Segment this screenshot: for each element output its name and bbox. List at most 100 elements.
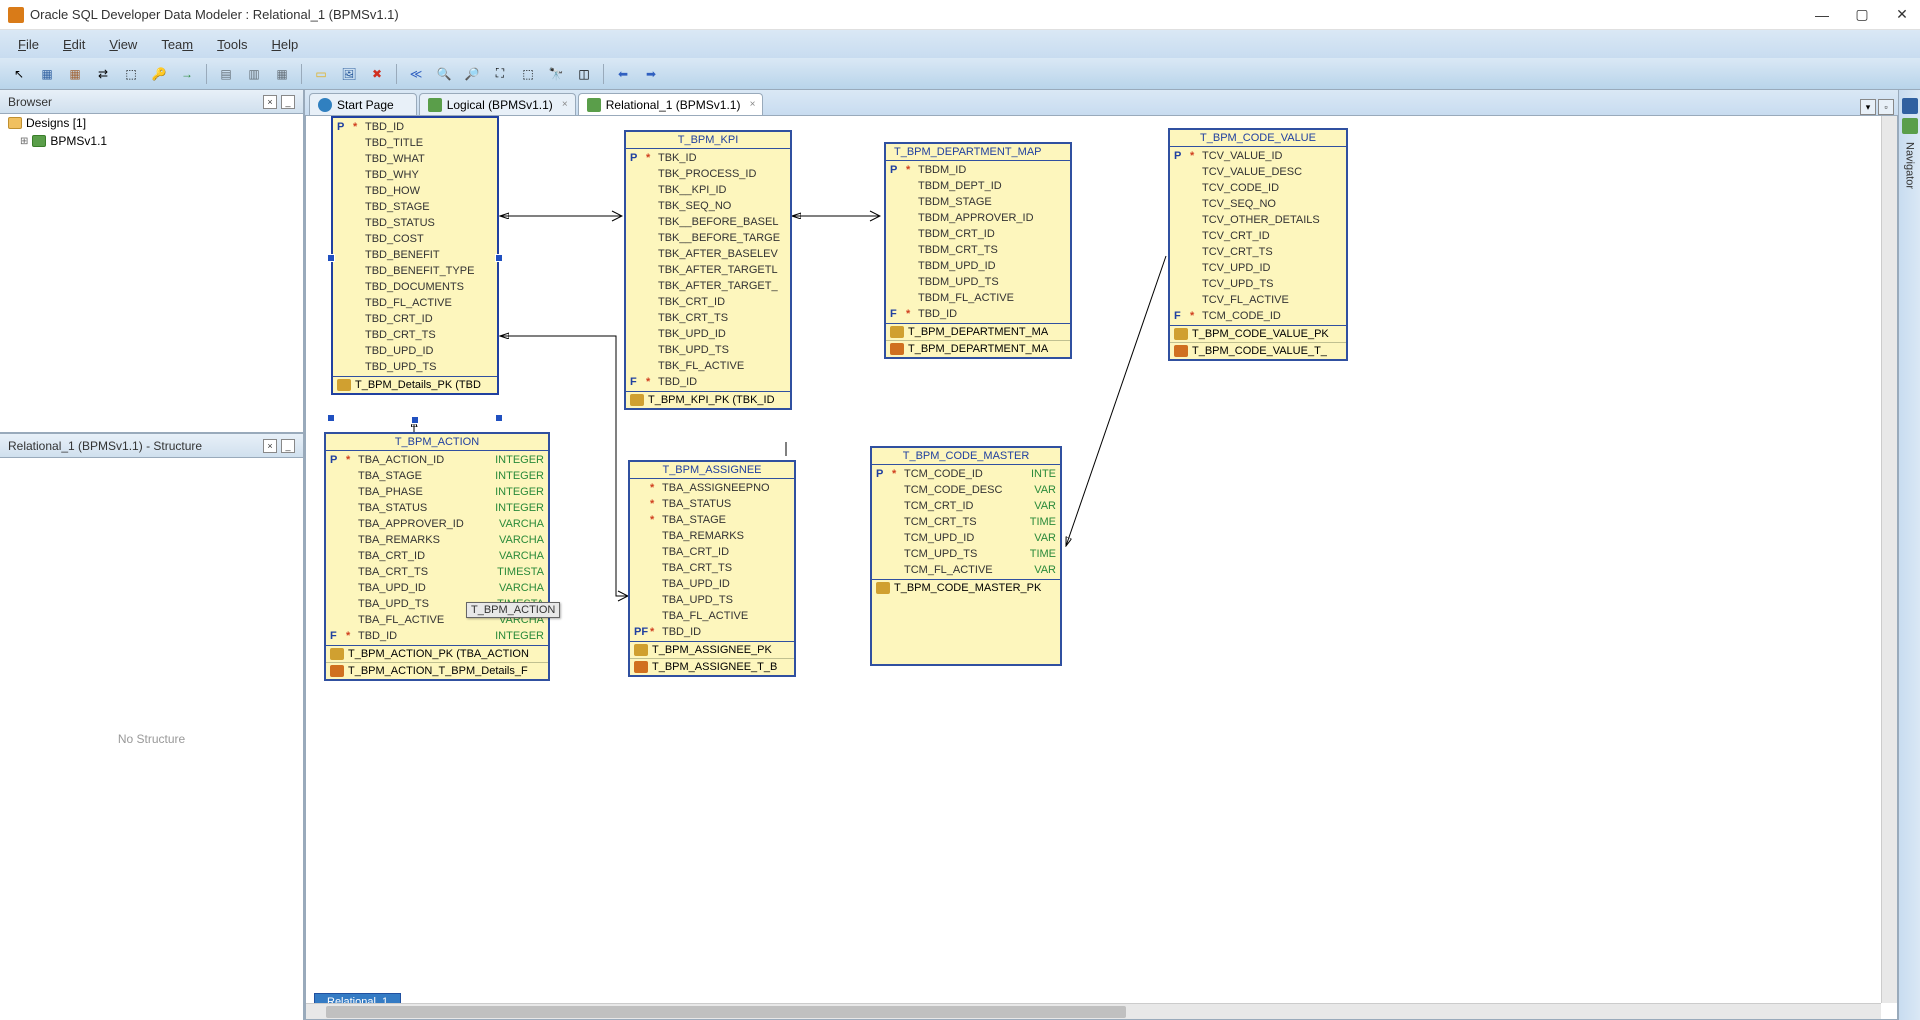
browser-minimize-icon[interactable]: _: [281, 95, 295, 109]
structure-close-icon[interactable]: ×: [263, 439, 277, 453]
menu-edit[interactable]: Edit: [53, 33, 95, 56]
tab-close-icon[interactable]: ×: [746, 98, 758, 110]
entity-column: TBA_CRT_TSTIMESTA: [326, 564, 548, 580]
tree-design-item[interactable]: ⊞ BPMSv1.1: [0, 132, 303, 150]
delete-tool[interactable]: ✖: [366, 63, 388, 85]
tooltip: T_BPM_ACTION: [466, 602, 560, 618]
pk-label: T_BPM_Details_PK (TBD: [355, 379, 481, 391]
tab-scroll-max[interactable]: ▫: [1878, 99, 1894, 115]
entity-column: TBK__BEFORE_BASEL: [626, 214, 790, 230]
entity-column: TCV_SEQ_NO: [1170, 196, 1346, 212]
back-tool[interactable]: ⬅: [612, 63, 634, 85]
horizontal-scrollbar[interactable]: [306, 1003, 1881, 1019]
browser-close-icon[interactable]: ×: [263, 95, 277, 109]
entity-column: TBA_UPD_ID: [630, 576, 794, 592]
entity-column: F*TCM_CODE_ID: [1170, 308, 1346, 324]
grid1-tool[interactable]: ▤: [215, 63, 237, 85]
entity-column: TBD_WHAT: [333, 151, 497, 167]
find-tool[interactable]: 🔭: [545, 63, 567, 85]
entity-t-bpm-assignee[interactable]: T_BPM_ASSIGNEE *TBA_ASSIGNEEPNO*TBA_STAT…: [628, 460, 796, 677]
entity-column: TCV_UPD_TS: [1170, 276, 1346, 292]
browser-tree[interactable]: Designs [1] ⊞ BPMSv1.1: [0, 114, 303, 434]
app-icon: [8, 7, 24, 23]
forward-tool[interactable]: ➡: [640, 63, 662, 85]
entity-column: TBA_STATUSINTEGER: [326, 500, 548, 516]
entity-t-bpm-kpi[interactable]: T_BPM_KPI P*TBK_IDTBK_PROCESS_IDTBK__KPI…: [624, 130, 792, 410]
pk-label: T_BPM_ASSIGNEE_PK: [652, 644, 772, 656]
entity-column: TBK_FL_ACTIVE: [626, 358, 790, 374]
layout-tool[interactable]: ⬚: [517, 63, 539, 85]
refresh-tool[interactable]: ◫: [573, 63, 595, 85]
entity-title: T_BPM_ACTION: [326, 434, 548, 451]
pk-label: T_BPM_CODE_MASTER_PK: [894, 582, 1041, 594]
structure-empty-label: No Structure: [118, 732, 185, 746]
fk-label: T_BPM_CODE_VALUE_T_: [1192, 345, 1327, 357]
diagram-canvas[interactable]: P*TBD_IDTBD_TITLETBD_WHATTBD_WHYTBD_HOWT…: [305, 116, 1898, 1020]
entity-t-bpm-code-master[interactable]: T_BPM_CODE_MASTER P*TCM_CODE_IDINTETCM_C…: [870, 446, 1062, 666]
view-tool[interactable]: ▦: [64, 63, 86, 85]
menu-help[interactable]: Help: [262, 33, 309, 56]
zoom-out[interactable]: 🔎: [461, 63, 483, 85]
entity-column: TCM_UPD_TSTIME: [872, 546, 1060, 562]
structure-header: Relational_1 (BPMSv1.1) - Structure × _: [0, 434, 303, 458]
menu-file[interactable]: File: [8, 33, 49, 56]
maximize-button[interactable]: ▢: [1852, 5, 1872, 25]
entity-t-bpm-action[interactable]: T_BPM_ACTION P*TBA_ACTION_IDINTEGERTBA_S…: [324, 432, 550, 681]
relation-tool[interactable]: ⇄: [92, 63, 114, 85]
entity-column: F*TBD_IDINTEGER: [326, 628, 548, 644]
entity-column: TBA_STAGEINTEGER: [326, 468, 548, 484]
entity-column: TBA_APPROVER_IDVARCHA: [326, 516, 548, 532]
pk-icon: [890, 326, 904, 338]
entity-column: P*TBK_ID: [626, 150, 790, 166]
note-tool[interactable]: ▭: [310, 63, 332, 85]
folder-icon: [8, 117, 22, 129]
expand-icon[interactable]: ⊞: [20, 136, 28, 147]
entity-t-bpm-department-map[interactable]: T_BPM_DEPARTMENT_MAP P*TBDM_IDTBDM_DEPT_…: [884, 142, 1072, 359]
database-icon: [32, 135, 46, 147]
entity-column: TBK_SEQ_NO: [626, 198, 790, 214]
grid2-tool[interactable]: ▥: [243, 63, 265, 85]
entity-column: TCV_VALUE_DESC: [1170, 164, 1346, 180]
menu-tools[interactable]: Tools: [207, 33, 257, 56]
entity-t-bpm-details[interactable]: P*TBD_IDTBD_TITLETBD_WHATTBD_WHYTBD_HOWT…: [331, 116, 499, 395]
menu-team[interactable]: Team: [151, 33, 203, 56]
entity-column: TBK__BEFORE_TARGE: [626, 230, 790, 246]
tab-relational[interactable]: Relational_1 (BPMSv1.1) ×: [578, 93, 764, 115]
vertical-scrollbar[interactable]: [1881, 116, 1897, 1003]
table-tool[interactable]: ▦: [36, 63, 58, 85]
arrow-tool[interactable]: →: [176, 63, 198, 85]
info-icon: [318, 98, 332, 112]
entity-t-bpm-code-value[interactable]: T_BPM_CODE_VALUE P*TCV_VALUE_IDTCV_VALUE…: [1168, 128, 1348, 361]
zoom-reset[interactable]: ≪: [405, 63, 427, 85]
key-tool[interactable]: 🔑: [148, 63, 170, 85]
entity-column: TBDM_STAGE: [886, 194, 1070, 210]
tab-close-icon[interactable]: ×: [559, 98, 571, 110]
tab-scroll-down[interactable]: ▾: [1860, 99, 1876, 115]
menu-view[interactable]: View: [99, 33, 147, 56]
pointer-tool[interactable]: ↖: [8, 63, 30, 85]
zoom-in[interactable]: 🔍: [433, 63, 455, 85]
entity-column: TBA_UPD_TS: [630, 592, 794, 608]
navigator-label: Navigator: [1904, 142, 1916, 189]
grid3-tool[interactable]: ▦: [271, 63, 293, 85]
tab-logical[interactable]: Logical (BPMSv1.1) ×: [419, 93, 576, 115]
entity-column: TCV_CODE_ID: [1170, 180, 1346, 196]
fit-tool[interactable]: ⛶: [489, 63, 511, 85]
structure-minimize-icon[interactable]: _: [281, 439, 295, 453]
image-tool[interactable]: 🖼: [338, 63, 360, 85]
tab-start-page[interactable]: Start Page: [309, 93, 417, 115]
close-button[interactable]: ✕: [1892, 5, 1912, 25]
tree-designs[interactable]: Designs [1]: [0, 114, 303, 132]
entity-column: *TBA_STAGE: [630, 512, 794, 528]
entity-column: P*TCM_CODE_IDINTE: [872, 466, 1060, 482]
fk-label: T_BPM_ASSIGNEE_T_B: [652, 661, 777, 673]
tab-start-label: Start Page: [337, 98, 394, 112]
entity-column: TBK_AFTER_TARGETL: [626, 262, 790, 278]
entity-column: TBD_STAGE: [333, 199, 497, 215]
entity-column: TBD_UPD_ID: [333, 343, 497, 359]
minimize-button[interactable]: —: [1812, 5, 1832, 25]
pk-icon: [337, 379, 351, 391]
split-tool[interactable]: ⬚: [120, 63, 142, 85]
navigator-side-tab[interactable]: Navigator: [1898, 90, 1920, 1020]
entity-title: T_BPM_DEPARTMENT_MAP: [886, 144, 1070, 161]
